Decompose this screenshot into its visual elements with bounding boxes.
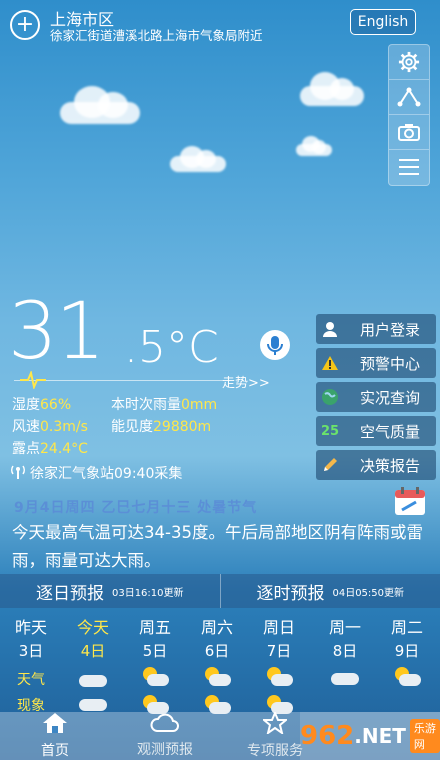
warning-icon: [316, 348, 344, 378]
star-icon: [261, 710, 289, 738]
trend-link[interactable]: 走势>>: [222, 372, 270, 391]
menu-label: 实况查询: [359, 388, 420, 407]
site-watermark: 962 .NET 乐游网: [300, 712, 440, 760]
home-icon: [42, 712, 68, 738]
wind-speed: 风速0.3m/s: [12, 419, 88, 435]
station-info[interactable]: 徐家汇气象站09:40采集: [10, 463, 182, 483]
menu-live-query[interactable]: 实况查询: [316, 382, 436, 412]
partly-cloudy-icon: [201, 667, 233, 689]
cloud-icon: [149, 713, 181, 737]
cloud-decoration: [296, 136, 332, 156]
nav-observation-forecast[interactable]: 观测预报: [110, 712, 220, 760]
microphone-icon[interactable]: [260, 330, 290, 360]
temperature-integer: 31: [8, 287, 105, 377]
pulse-icon: [20, 369, 46, 393]
weather-app: + 上海市区 徐家汇街道漕溪北路上海市气象局附近 English 31 .5°C…: [0, 0, 440, 760]
cloud-decoration: [170, 146, 226, 172]
calendar-icon[interactable]: [394, 486, 426, 520]
day-column[interactable]: 周日 7日: [248, 614, 310, 717]
right-toolbar: [388, 44, 430, 186]
day-column[interactable]: 周六 6日: [186, 614, 248, 717]
day-column-today[interactable]: 今天 4日: [62, 614, 124, 717]
cloud-decoration: [60, 86, 140, 124]
partly-cloudy-icon: [139, 667, 171, 689]
partly-cloudy-icon: [391, 667, 423, 689]
english-button[interactable]: English: [350, 9, 416, 35]
daily-forecast-list: 昨天 3日 天气 现象 今天 4日 周五 5日 周六 6日 周日 7日 周一 8…: [0, 614, 440, 714]
visibility: 能见度29880m: [111, 419, 212, 435]
share-icon[interactable]: [389, 80, 429, 115]
weather-label: 天气: [17, 672, 45, 688]
temperature-decimal: .5°C: [124, 322, 219, 373]
side-menu: 用户登录 预警中心 实况查询 25 空气质量 决策报告: [316, 314, 436, 480]
menu-air-quality[interactable]: 25 空气质量: [316, 416, 436, 446]
day-column[interactable]: 周二 9日: [376, 614, 438, 689]
cloud-decoration: [300, 72, 364, 106]
menu-warning-center[interactable]: 预警中心: [316, 348, 436, 378]
pencil-icon: [316, 450, 344, 480]
globe-icon: [316, 382, 344, 412]
user-icon: [316, 314, 344, 344]
menu-label: 预警中心: [359, 354, 420, 373]
menu-user-login[interactable]: 用户登录: [316, 314, 436, 344]
partly-cloudy-icon: [263, 667, 295, 689]
forecast-tabs: 逐日预报 03日16:10更新 逐时预报 04日05:50更新: [0, 574, 440, 608]
partly-cloudy-icon: [77, 667, 109, 689]
forecast-summary: 今天最高气温可达34-35度。午后局部地区阴有阵雨或雷雨，雨量可达大雨。: [12, 523, 423, 570]
menu-label: 决策报告: [359, 456, 420, 475]
day-column[interactable]: 周五 5日: [124, 614, 186, 717]
tab-daily-forecast[interactable]: 逐日预报 03日16:10更新: [0, 574, 221, 608]
menu-decision-report[interactable]: 决策报告: [316, 450, 436, 480]
rainfall: 本时次雨量0mm: [111, 397, 218, 413]
address-text: 徐家汇街道漕溪北路上海市气象局附近: [50, 28, 263, 43]
nav-home[interactable]: 首页: [0, 712, 110, 760]
date-line: 9月4日周四 乙巳七月十三 处暑节气: [14, 500, 258, 516]
humidity: 湿度66%: [12, 397, 72, 413]
menu-label: 用户登录: [359, 320, 420, 339]
cloudy-icon: [329, 667, 361, 689]
day-column[interactable]: 周一 8日: [314, 614, 376, 689]
menu-icon[interactable]: [389, 150, 429, 184]
aqi-badge: 25: [320, 423, 340, 439]
day-column[interactable]: 昨天 3日 天气 现象: [0, 614, 62, 715]
antenna-icon: [10, 463, 26, 483]
menu-label: 空气质量: [359, 422, 420, 441]
camera-icon[interactable]: [389, 115, 429, 150]
gear-icon[interactable]: [389, 45, 429, 80]
dew-point: 露点24.4°C: [12, 441, 88, 457]
add-location-icon[interactable]: +: [10, 10, 40, 40]
tab-hourly-forecast[interactable]: 逐时预报 04日05:50更新: [220, 574, 440, 608]
